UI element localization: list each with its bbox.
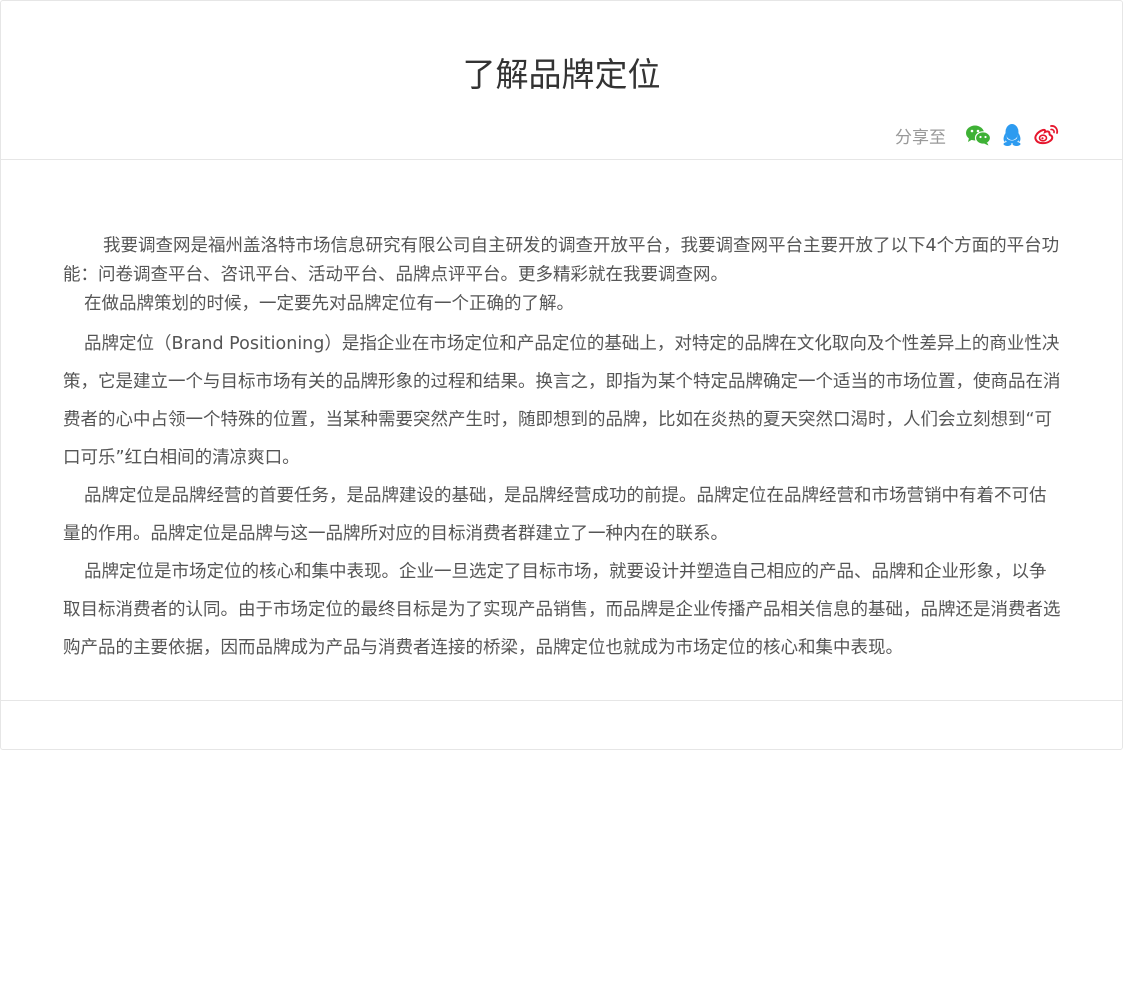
article-paragraph: 品牌定位（Brand Positioning）是指企业在市场定位和产品定位的基础… — [63, 334, 1061, 468]
weibo-icon[interactable] — [1032, 121, 1060, 149]
article-body: 我要调查网是福州盖洛特市场信息研究有限公司自主研发的调查开放平台，我要调查网平台… — [63, 232, 1063, 667]
article-paragraph: 品牌定位是品牌经营的首要任务，是品牌建设的基础，是品牌经营成功的前提。品牌定位在… — [63, 486, 1047, 544]
wechat-icon[interactable] — [964, 121, 992, 149]
article-header: 了解品牌定位 分享至 — [1, 1, 1122, 160]
article-paragraph: 在做品牌策划的时候，一定要先对品牌定位有一个正确的了解。 — [84, 294, 574, 314]
article-footer — [1, 700, 1122, 750]
article-paragraph-intro: 我要调查网是福州盖洛特市场信息研究有限公司自主研发的调查开放平台，我要调查网平台… — [63, 236, 1060, 285]
share-label: 分享至 — [895, 127, 946, 148]
qq-icon[interactable] — [998, 121, 1026, 149]
article-paragraph: 品牌定位是市场定位的核心和集中表现。企业一旦选定了目标市场，就要设计并塑造自己相… — [63, 562, 1061, 658]
share-bar: 分享至 — [895, 119, 1060, 151]
article-title: 了解品牌定位 — [462, 55, 661, 94]
